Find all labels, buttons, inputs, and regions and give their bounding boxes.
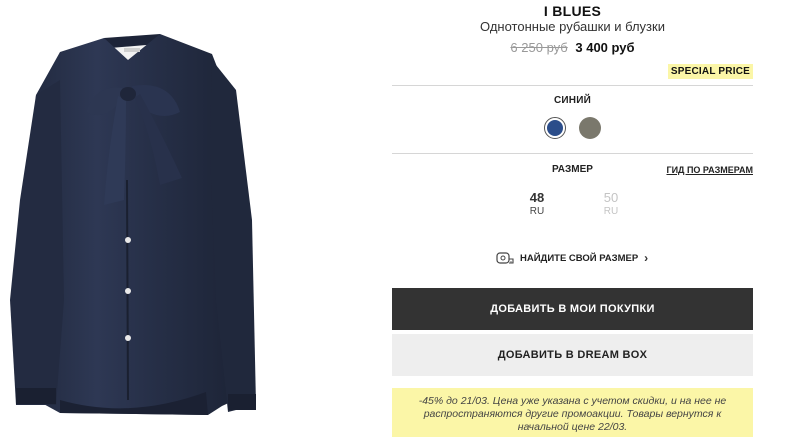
- current-price: 3 400 руб: [575, 40, 635, 55]
- find-size-label: НАЙДИТЕ СВОЙ РАЗМЕР: [520, 252, 639, 264]
- product-image[interactable]: [0, 0, 262, 437]
- brand-name[interactable]: I BLUES: [392, 3, 753, 19]
- size-label: РАЗМЕР: [552, 164, 593, 175]
- color-swatch-grey[interactable]: [579, 117, 601, 139]
- size-option-48[interactable]: 48 RU: [522, 190, 552, 217]
- color-dot: [547, 120, 563, 136]
- product-info-panel: I BLUES Однотонные рубашки и блузки 6 25…: [392, 0, 753, 437]
- measuring-tape-icon: [496, 252, 514, 264]
- divider: [392, 153, 753, 154]
- divider: [392, 85, 753, 86]
- product-category: Однотонные рубашки и блузки: [480, 19, 665, 34]
- find-your-size-link[interactable]: НАЙДИТЕ СВОЙ РАЗМЕР ›: [496, 251, 648, 265]
- size-unit: RU: [529, 206, 545, 217]
- old-price: 6 250 руб: [510, 40, 568, 55]
- selected-color-label: СИНИЙ: [553, 95, 591, 106]
- chevron-right-icon: ›: [644, 251, 649, 265]
- size-option-50[interactable]: 50 RU: [596, 190, 626, 217]
- size-guide-link[interactable]: ГИД ПО РАЗМЕРАМ: [666, 165, 753, 175]
- price-block: 6 250 руб 3 400 руб: [392, 40, 753, 55]
- color-swatch-navy[interactable]: [544, 117, 566, 139]
- special-price-badge: SPECIAL PRICE: [667, 64, 753, 79]
- add-to-cart-button[interactable]: ДОБАВИТЬ В МОИ ПОКУПКИ: [392, 288, 753, 330]
- promo-notice: -45% до 21/03. Цена уже указана с учетом…: [392, 388, 753, 437]
- size-value: 50: [603, 190, 619, 205]
- size-unit: RU: [603, 206, 619, 217]
- blouse-illustration: [10, 34, 256, 415]
- size-value: 48: [529, 190, 545, 205]
- color-dot: [579, 117, 601, 139]
- add-to-dreambox-button[interactable]: ДОБАВИТЬ В DREAM BOX: [392, 334, 753, 376]
